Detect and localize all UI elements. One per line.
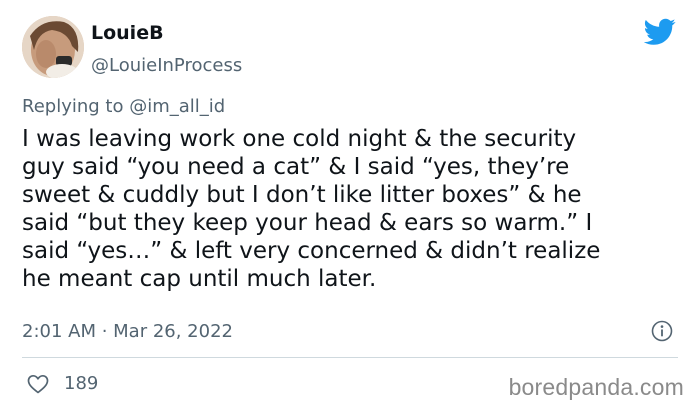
replying-to: Replying to @im_all_id (22, 95, 225, 119)
tweet-text-line: he meant cap until much later. (22, 266, 377, 292)
tweet-text: I was leaving work one cold night & the … (22, 125, 682, 293)
heart-icon (27, 374, 49, 394)
tweet-text-line: guy said “you need a cat” & I said “yes,… (22, 154, 570, 180)
tweet-text-line: I was leaving work one cold night & the … (22, 126, 577, 152)
replying-to-label: Replying to (22, 96, 124, 117)
watermark: boredpanda.com (508, 374, 684, 400)
twitter-bird-icon[interactable] (644, 18, 676, 46)
avatar[interactable] (22, 16, 84, 78)
tweet-timestamp[interactable]: 2:01 AM · Mar 26, 2022 (22, 320, 233, 344)
tweet-header: LouieB @LouieInProcess (22, 16, 680, 80)
like-count: 189 (64, 373, 99, 394)
avatar-photo (22, 16, 84, 78)
like-button[interactable]: 189 (26, 372, 98, 396)
tweet-text-line: said “yes…” & left very concerned & didn… (22, 238, 601, 264)
tweet-text-line: sweet & cuddly but I don’t like litter b… (22, 182, 582, 208)
divider (22, 357, 678, 358)
reply-mention-link[interactable]: @im_all_id (129, 96, 225, 117)
user-handle[interactable]: @LouieInProcess (91, 54, 242, 78)
info-icon[interactable] (650, 319, 674, 343)
display-name[interactable]: LouieB (91, 21, 242, 45)
tweet-text-line: said “but they keep your head & ears so … (22, 210, 593, 236)
